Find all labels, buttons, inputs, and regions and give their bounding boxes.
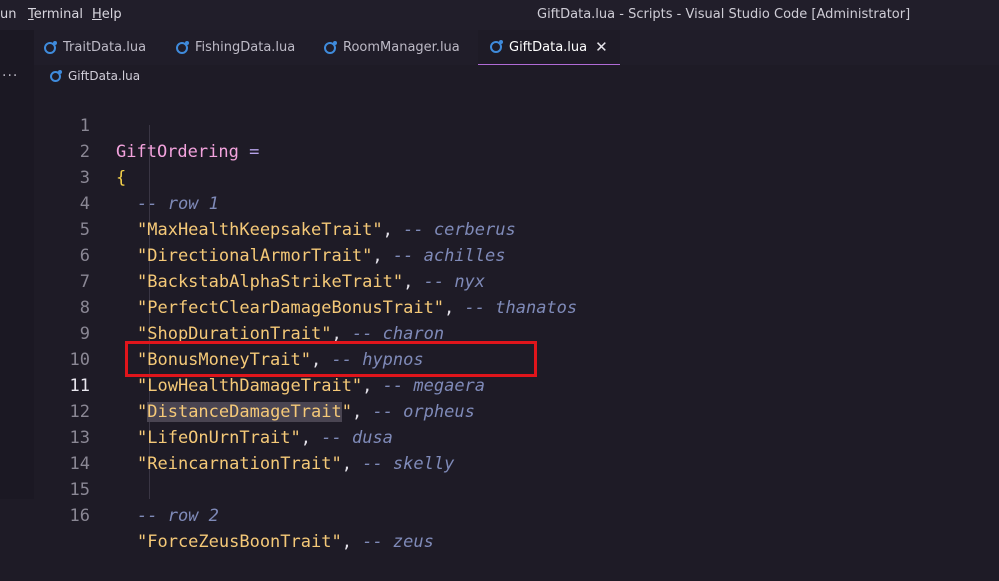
breadcrumb: GiftData.lua <box>34 65 999 87</box>
annotation-highlight-box <box>125 341 537 377</box>
window-title: GiftData.lua - Scripts - Visual Studio C… <box>537 7 911 22</box>
tab-label: FishingData.lua <box>195 40 296 55</box>
code-line: 6 "BackstabAlphaStrikeTrait", -- nyx <box>34 217 999 292</box>
menu-run[interactable]: un <box>0 7 16 22</box>
tab-traitdata[interactable]: TraitData.lua <box>44 30 146 65</box>
title-bar: un Terminal Help GiftData.lua - Scripts … <box>0 0 999 30</box>
menu-help[interactable]: Help <box>92 7 122 22</box>
tab-roommanager[interactable]: RoomManager.lua <box>324 30 460 65</box>
activity-bar: ··· <box>0 30 34 499</box>
more-actions-icon[interactable]: ··· <box>2 68 18 84</box>
code-line: 13 "ReincarnationTrait", -- skelly <box>34 399 999 474</box>
line-number: 16 <box>69 506 90 526</box>
code-line: 2 { <box>34 113 999 188</box>
close-tab-icon[interactable]: ✕ <box>595 38 608 56</box>
code-line: 15 -- row 2 <box>34 451 999 526</box>
menu-terminal[interactable]: Terminal <box>28 7 83 22</box>
lua-file-icon <box>324 40 337 54</box>
lua-file-icon <box>490 40 503 53</box>
tab-label: GiftData.lua <box>509 39 588 55</box>
string-literal: "ForceZeusBoonTrait" <box>137 532 342 552</box>
code-comment: -- zeus <box>362 532 434 552</box>
lua-file-icon <box>44 40 57 54</box>
tab-fishingdata[interactable]: FishingData.lua <box>176 30 295 65</box>
code-line: 8 "ShopDurationTrait", -- charon <box>34 269 999 344</box>
breadcrumb-file[interactable]: GiftData.lua <box>68 69 140 83</box>
code-line: 16 "ForceZeusBoonTrait", -- zeus <box>34 477 999 552</box>
code-line: 7 "PerfectClearDamageBonusTrait", -- tha… <box>34 243 999 318</box>
code-editor[interactable]: 1 GiftOrdering = 2 { 3 -- row 1 4 "MaxHe… <box>34 87 999 552</box>
lua-file-icon <box>176 40 189 54</box>
tab-label: RoomManager.lua <box>343 40 460 55</box>
tab-label: TraitData.lua <box>63 40 147 55</box>
code-comment: -- row 2 <box>137 506 219 526</box>
code-line: 9 "BonusMoneyTrait", -- hypnos <box>34 295 999 370</box>
code-line: 3 -- row 1 <box>34 139 999 214</box>
code-line: 5 "DirectionalArmorTrait", -- achilles <box>34 191 999 266</box>
code-line: 14 <box>34 425 999 474</box>
comma: , <box>341 532 352 552</box>
code-line: 1 GiftOrdering = <box>34 87 999 162</box>
tab-giftdata[interactable]: GiftData.lua ✕ <box>478 30 620 65</box>
lua-file-icon <box>50 69 62 82</box>
code-line: 4 "MaxHealthKeepsakeTrait", -- cerberus <box>34 165 999 240</box>
editor-tab-bar: TraitData.lua FishingData.lua RoomManage… <box>34 30 999 65</box>
